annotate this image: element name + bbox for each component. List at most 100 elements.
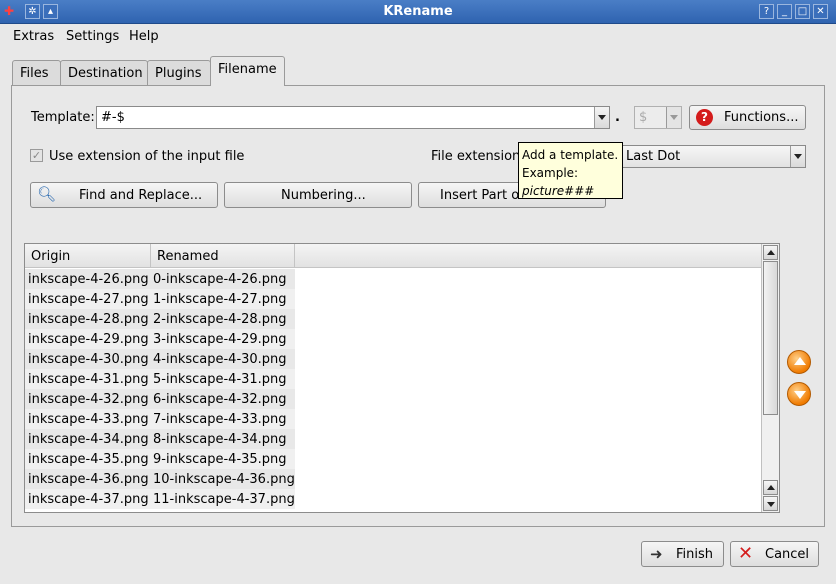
- scroll-up-button[interactable]: [763, 245, 778, 260]
- menu-extras[interactable]: Extras: [13, 29, 54, 44]
- list-row[interactable]: inkscape-4-26.png 0-inkscape-4-26.png: [25, 269, 295, 289]
- origin-cell: inkscape-4-34.png: [28, 432, 149, 447]
- chevron-down-icon: [598, 115, 606, 120]
- move-down-button[interactable]: [787, 382, 811, 406]
- renamed-cell: 9-inkscape-4-35.png: [153, 452, 287, 467]
- extension-dot: .: [615, 110, 620, 125]
- origin-cell: inkscape-4-37.png: [28, 492, 149, 507]
- cancel-label: Cancel: [765, 547, 810, 562]
- functions-button[interactable]: ? Functions...: [689, 105, 806, 130]
- list-row[interactable]: inkscape-4-27.png 1-inkscape-4-27.png: [25, 289, 295, 309]
- file-extension-starts-label: File extension s: [431, 149, 532, 164]
- list-row[interactable]: inkscape-4-28.png 2-inkscape-4-28.png: [25, 309, 295, 329]
- list-row[interactable]: inkscape-4-36.png 10-inkscape-4-36.png: [25, 469, 295, 489]
- list-row[interactable]: inkscape-4-33.png 7-inkscape-4-33.png: [25, 409, 295, 429]
- list-row[interactable]: inkscape-4-37.png 11-inkscape-4-37.png: [25, 489, 295, 509]
- finish-icon: ➜: [650, 545, 663, 563]
- origin-cell: inkscape-4-30.png: [28, 352, 149, 367]
- list-row[interactable]: inkscape-4-35.png 9-inkscape-4-35.png: [25, 449, 295, 469]
- template-dropdown-button[interactable]: [594, 107, 609, 128]
- maximize-icon[interactable]: □: [795, 4, 810, 19]
- title-bar: ✚ ✲ ▴ KRename ? _ □ ✕: [0, 0, 836, 24]
- list-row[interactable]: inkscape-4-30.png 4-inkscape-4-30.png: [25, 349, 295, 369]
- cancel-button[interactable]: ✕ Cancel: [730, 541, 819, 567]
- numbering-label: Numbering...: [281, 188, 366, 203]
- template-input[interactable]: #-$: [101, 110, 125, 125]
- renamed-cell: 8-inkscape-4-34.png: [153, 432, 287, 447]
- extension-dropdown-button: [666, 107, 681, 128]
- menu-help[interactable]: Help: [129, 29, 159, 44]
- template-label: Template:: [31, 110, 95, 125]
- chevron-down-icon: [670, 115, 678, 120]
- column-header-origin[interactable]: Origin: [25, 244, 151, 268]
- help-circle-icon: ?: [696, 109, 713, 126]
- use-extension-checkbox[interactable]: ✓: [30, 149, 43, 162]
- help-icon[interactable]: ?: [759, 4, 774, 19]
- find-replace-label: Find and Replace...: [79, 188, 203, 203]
- tab-plugins[interactable]: Plugins: [147, 60, 211, 85]
- arrow-up-icon: [767, 485, 775, 490]
- renamed-cell: 6-inkscape-4-32.png: [153, 392, 287, 407]
- file-extension-dropdown-button[interactable]: [790, 146, 805, 167]
- origin-cell: inkscape-4-36.png: [28, 472, 149, 487]
- renamed-cell: 2-inkscape-4-28.png: [153, 312, 287, 327]
- origin-cell: inkscape-4-32.png: [28, 392, 149, 407]
- arrow-up-icon: [767, 250, 775, 255]
- extension-template-combo: $: [634, 106, 682, 129]
- insert-part-label: Insert Part of: [440, 188, 524, 203]
- extension-template-input: $: [639, 110, 648, 125]
- tooltip-line-1: Add a template.: [522, 148, 619, 162]
- renamed-cell: 0-inkscape-4-26.png: [153, 272, 287, 287]
- file-list[interactable]: Origin Renamed inkscape-4-26.png 0-inksca…: [24, 243, 780, 513]
- finish-label: Finish: [676, 547, 714, 562]
- use-extension-label[interactable]: Use extension of the input file: [49, 149, 244, 164]
- tooltip-line-3: picture###: [522, 184, 595, 198]
- column-header-renamed[interactable]: Renamed: [151, 244, 295, 268]
- menu-bar: Extras Settings Help: [0, 25, 836, 49]
- column-header-filler: [295, 244, 762, 268]
- scroll-up-button-lower[interactable]: [763, 480, 778, 495]
- arrow-up-icon: [794, 357, 806, 365]
- origin-cell: inkscape-4-26.png: [28, 272, 149, 287]
- magnifier-icon: 🔍︎: [37, 185, 57, 203]
- cancel-icon: ✕: [738, 543, 754, 564]
- renamed-cell: 4-inkscape-4-30.png: [153, 352, 287, 367]
- window-title: KRename: [383, 4, 453, 19]
- origin-cell: inkscape-4-35.png: [28, 452, 149, 467]
- functions-button-label: Functions...: [724, 110, 799, 125]
- template-combo[interactable]: #-$: [96, 106, 610, 129]
- origin-cell: inkscape-4-29.png: [28, 332, 149, 347]
- minimize-icon[interactable]: _: [777, 4, 792, 19]
- file-extension-combo[interactable]: Last Dot: [620, 145, 806, 168]
- numbering-button[interactable]: Numbering...: [224, 182, 412, 208]
- tab-filename[interactable]: Filename: [210, 56, 285, 86]
- find-replace-button[interactable]: 🔍︎ Find and Replace...: [30, 182, 218, 208]
- move-up-button[interactable]: [787, 350, 811, 374]
- scroll-down-button[interactable]: [763, 496, 778, 511]
- list-row[interactable]: inkscape-4-29.png 3-inkscape-4-29.png: [25, 329, 295, 349]
- origin-cell: inkscape-4-28.png: [28, 312, 149, 327]
- list-row[interactable]: inkscape-4-32.png 6-inkscape-4-32.png: [25, 389, 295, 409]
- tooltip-line-2: Example:: [522, 166, 579, 180]
- origin-cell: inkscape-4-31.png: [28, 372, 149, 387]
- menu-settings[interactable]: Settings: [66, 29, 119, 44]
- template-tooltip: Add a template. Example: picture###: [518, 142, 623, 199]
- renamed-cell: 11-inkscape-4-37.png: [153, 492, 295, 507]
- renamed-cell: 10-inkscape-4-36.png: [153, 472, 295, 487]
- renamed-cell: 3-inkscape-4-29.png: [153, 332, 287, 347]
- tab-destination[interactable]: Destination: [60, 60, 148, 85]
- list-row[interactable]: inkscape-4-34.png 8-inkscape-4-34.png: [25, 429, 295, 449]
- finish-button[interactable]: ➜ Finish: [641, 541, 724, 567]
- origin-cell: inkscape-4-33.png: [28, 412, 149, 427]
- scroll-thumb[interactable]: [763, 261, 778, 415]
- close-icon[interactable]: ✕: [813, 4, 828, 19]
- renamed-cell: 5-inkscape-4-31.png: [153, 372, 287, 387]
- arrow-down-icon: [767, 502, 775, 507]
- tab-files[interactable]: Files: [12, 60, 61, 85]
- list-row[interactable]: inkscape-4-31.png 5-inkscape-4-31.png: [25, 369, 295, 389]
- list-scrollbar[interactable]: [761, 244, 779, 512]
- file-extension-value: Last Dot: [626, 149, 681, 164]
- arrow-down-icon: [794, 391, 806, 399]
- origin-cell: inkscape-4-27.png: [28, 292, 149, 307]
- chevron-down-icon: [794, 154, 802, 159]
